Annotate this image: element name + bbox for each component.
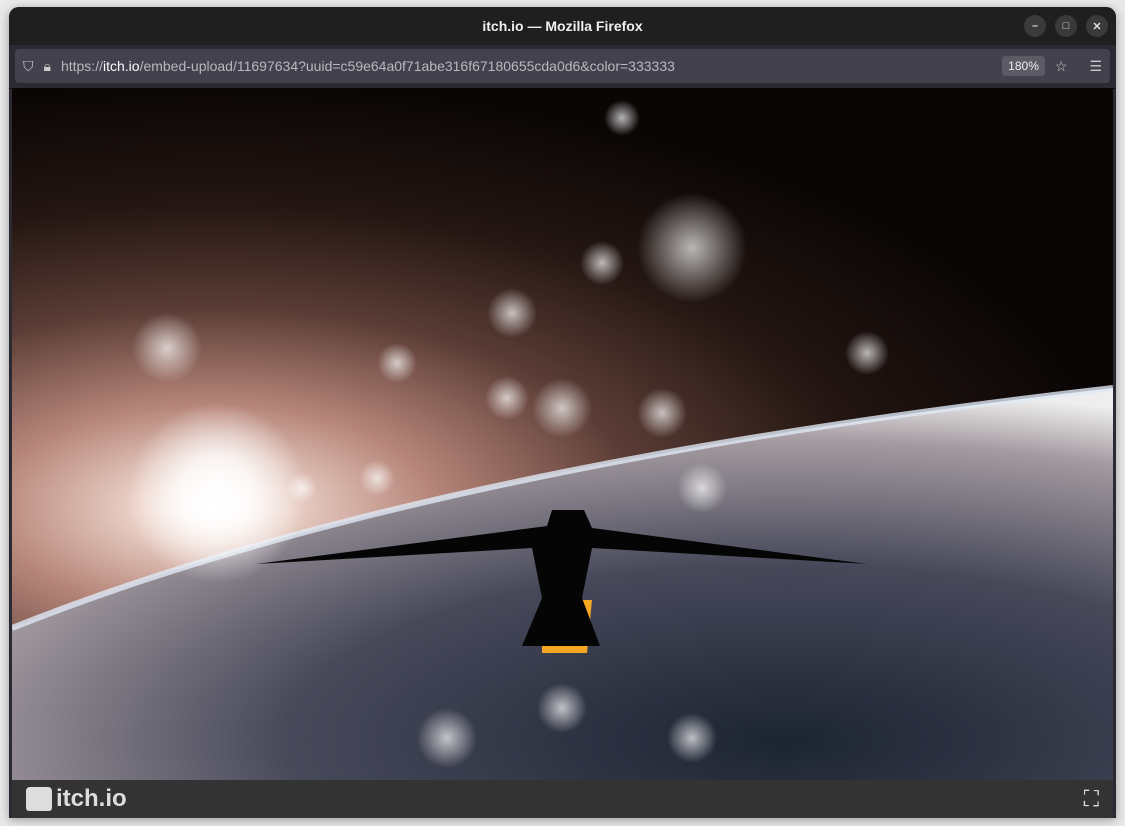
- game-scene: [12, 100, 1113, 780]
- itchio-logo[interactable]: itch.io: [26, 785, 127, 813]
- url-bar[interactable]: ⛉ 🔒︎ https://itch.io/embed-upload/116976…: [15, 49, 1110, 83]
- itchio-embed-footer: itch.io ⛶: [12, 780, 1113, 818]
- title-bar: itch.io — Mozilla Firefox – □ ✕: [9, 7, 1116, 45]
- lock-icon[interactable]: 🔒︎: [44, 58, 51, 75]
- fullscreen-icon[interactable]: ⛶: [1084, 786, 1099, 812]
- close-icon[interactable]: ✕: [1086, 15, 1108, 37]
- zoom-level-button[interactable]: 180%: [1002, 56, 1045, 76]
- hamburger-menu-icon[interactable]: ☰: [1089, 58, 1102, 75]
- nav-bar: ⛉ 🔒︎ https://itch.io/embed-upload/116976…: [9, 45, 1116, 89]
- sun: [127, 403, 307, 583]
- maximize-icon[interactable]: □: [1055, 15, 1077, 37]
- shield-icon[interactable]: ⛉: [23, 58, 34, 75]
- game-canvas[interactable]: [12, 88, 1113, 780]
- window-title: itch.io — Mozilla Firefox: [482, 18, 643, 34]
- itchio-logo-icon: [26, 787, 52, 811]
- browser-window: itch.io — Mozilla Firefox – □ ✕ ⛉ 🔒︎ htt…: [9, 7, 1116, 818]
- minimize-icon[interactable]: –: [1024, 15, 1046, 37]
- url-text[interactable]: https://itch.io/embed-upload/11697634?uu…: [61, 58, 992, 74]
- star-icon[interactable]: ☆: [1055, 58, 1068, 75]
